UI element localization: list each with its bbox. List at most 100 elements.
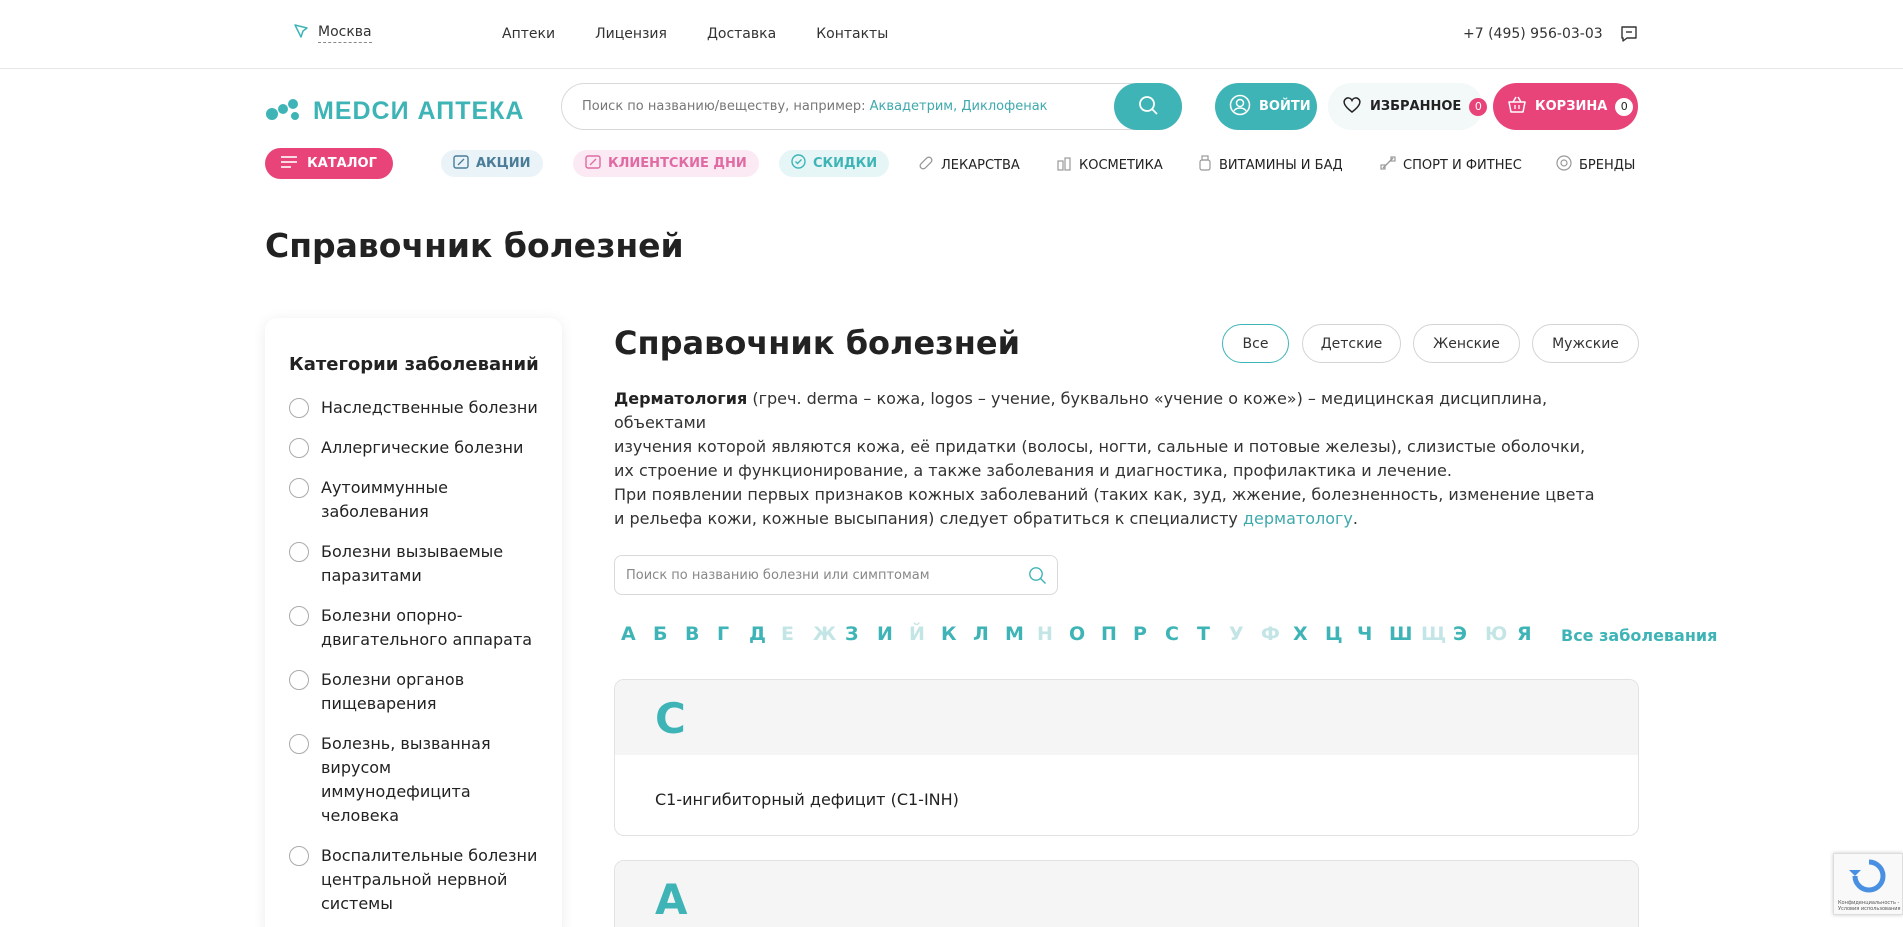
category-item[interactable]: Наследственные болезни <box>289 396 539 420</box>
category-item[interactable]: Болезни органов пищеварения <box>289 668 539 716</box>
category-item[interactable]: Болезни вызываемые паразитами <box>289 540 539 588</box>
radio-button[interactable] <box>289 846 309 866</box>
nav-delivery[interactable]: Доставка <box>707 26 776 42</box>
radio-button[interactable] <box>289 478 309 498</box>
letter-group-card: C C1-ингибиторный дефицит (C1-INH) <box>614 679 1639 836</box>
filter-children[interactable]: Детские <box>1302 324 1401 363</box>
brand-icon <box>1556 155 1572 175</box>
description-paragraph-1: Дерматология (греч. derma – кожа, logos … <box>614 387 1614 483</box>
alphabet-letter[interactable]: З <box>845 623 859 645</box>
location-pin-icon <box>292 22 310 44</box>
alphabet-letter[interactable]: И <box>877 623 893 645</box>
desc-text: . <box>1352 509 1358 528</box>
logo-text: МЕDСИ АПТЕКА <box>313 96 525 125</box>
letter-group-header: А <box>615 861 1638 927</box>
catalog-label: КАТАЛОГ <box>307 156 377 171</box>
percent-tag-icon <box>453 154 469 173</box>
alphabet-letter[interactable]: Ш <box>1389 623 1412 645</box>
menu-icon <box>281 155 298 172</box>
alphabet-letter[interactable]: Э <box>1453 623 1467 645</box>
alphabet-letter[interactable]: Д <box>749 623 766 645</box>
radio-button[interactable] <box>289 438 309 458</box>
brendy-label: БРЕНДЫ <box>1579 157 1636 173</box>
favorites-button[interactable]: ИЗБРАННОЕ 0 <box>1328 83 1488 130</box>
nav-license[interactable]: Лицензия <box>595 26 667 42</box>
desc-text: При появлении первых признаков кожных за… <box>614 485 1595 504</box>
lekarstva-label: ЛЕКАРСТВА <box>941 157 1020 173</box>
radio-button[interactable] <box>289 398 309 418</box>
category-item[interactable]: Болезни опорно-двигательного аппарата <box>289 604 539 652</box>
category-brendy[interactable]: БРЕНДЫ <box>1556 155 1635 175</box>
search-examples[interactable]: Аквадетрим, Диклофенак <box>870 99 1048 114</box>
chat-icon[interactable] <box>1619 24 1639 48</box>
recaptcha-text: Конфиденциальность - Условия использован… <box>1838 900 1901 912</box>
category-item[interactable]: Аллергические болезни <box>289 436 539 460</box>
promo-skidki[interactable]: СКИДКИ <box>779 150 890 177</box>
catalog-button[interactable]: КАТАЛОГ <box>265 148 393 179</box>
all-diseases-link[interactable]: Все заболевания <box>1561 626 1717 645</box>
alphabet-letter: Н <box>1037 623 1053 645</box>
kosmetika-label: КОСМЕТИКА <box>1079 157 1163 173</box>
category-lekarstva[interactable]: ЛЕКАРСТВА <box>918 155 1020 175</box>
category-label: Болезни вызываемые паразитами <box>321 542 504 585</box>
category-sport[interactable]: СПОРТ И ФИТНЕС <box>1380 155 1522 175</box>
alphabet-letter[interactable]: М <box>1005 623 1024 645</box>
cart-button[interactable]: КОРЗИНА 0 <box>1493 83 1638 130</box>
desc-text: изучения которой являются кожа, её прида… <box>614 437 1586 456</box>
category-item[interactable]: Болезнь, вызванная вирусом иммунодефицит… <box>289 732 539 828</box>
promo-client-days[interactable]: КЛИЕНТСКИЕ ДНИ <box>573 150 759 177</box>
alphabet-letter[interactable]: Г <box>717 623 729 645</box>
category-label: Болезни органов пищеварения <box>321 670 465 713</box>
alphabet-letter[interactable]: Р <box>1133 623 1147 645</box>
city-selector[interactable]: Москва <box>292 22 372 44</box>
bottle-icon <box>1198 155 1212 175</box>
alphabet-letter[interactable]: П <box>1101 623 1117 645</box>
logo[interactable]: МЕDСИ АПТЕКА <box>265 96 524 126</box>
search-icon[interactable] <box>1028 566 1047 589</box>
client-days-label: КЛИЕНТСКИЕ ДНИ <box>608 156 747 171</box>
nav-apteki[interactable]: Аптеки <box>502 26 555 42</box>
login-label: ВОЙТИ <box>1259 99 1311 114</box>
alphabet-letter[interactable]: Я <box>1517 623 1532 645</box>
login-button[interactable]: ВОЙТИ <box>1215 83 1317 130</box>
alphabet-letter[interactable]: Х <box>1293 623 1308 645</box>
category-vitaminy[interactable]: ВИТАМИНЫ И БАД <box>1198 155 1343 175</box>
radio-button[interactable] <box>289 542 309 562</box>
radio-button[interactable] <box>289 734 309 754</box>
alphabet-letter: Й <box>909 623 925 645</box>
categories-sidebar: Категории заболеваний Наследственные бол… <box>265 318 562 927</box>
phone-link[interactable]: +7 (495) 956-03-03 <box>1463 26 1603 42</box>
filter-women[interactable]: Женские <box>1413 324 1520 363</box>
alphabet-letter[interactable]: О <box>1069 623 1085 645</box>
alphabet-letter: Щ <box>1421 623 1447 645</box>
page-title: Справочник болезней <box>265 226 684 265</box>
alphabet-letter[interactable]: Б <box>653 623 667 645</box>
desc-text: их строение и функционирование, а также … <box>614 461 1452 480</box>
radio-button[interactable] <box>289 670 309 690</box>
alphabet-letter[interactable]: А <box>621 623 636 645</box>
alphabet-letter: Ф <box>1261 623 1280 645</box>
heart-icon <box>1342 96 1362 118</box>
disease-search-input[interactable]: Поиск по названию болезни или симптомам <box>614 555 1058 595</box>
radio-button[interactable] <box>289 606 309 626</box>
top-bar: Москва Аптеки Лицензия Доставка Контакты… <box>0 0 1903 69</box>
category-item[interactable]: Воспалительные болезни центральной нервн… <box>289 844 539 916</box>
recaptcha-badge[interactable]: Конфиденциальность - Условия использован… <box>1833 853 1903 915</box>
alphabet-letter[interactable]: Ч <box>1357 623 1372 645</box>
alphabet-letter[interactable]: Ц <box>1325 623 1343 645</box>
alphabet-letter[interactable]: К <box>941 623 957 645</box>
alphabet-letter[interactable]: Т <box>1197 623 1210 645</box>
promo-akcii[interactable]: АКЦИИ <box>441 150 543 177</box>
nav-contacts[interactable]: Контакты <box>816 26 888 42</box>
product-search-field[interactable]: Поиск по названию/веществу, например: Ак… <box>561 83 1182 130</box>
category-kosmetika[interactable]: КОСМЕТИКА <box>1056 155 1163 175</box>
disease-link[interactable]: C1-ингибиторный дефицит (C1-INH) <box>655 790 959 809</box>
search-button[interactable] <box>1114 83 1182 130</box>
dermatologist-link[interactable]: дерматологу <box>1243 509 1353 528</box>
alphabet-letter[interactable]: Л <box>973 623 989 645</box>
category-item[interactable]: Аутоиммунные заболевания <box>289 476 539 524</box>
filter-men[interactable]: Мужские <box>1532 324 1639 363</box>
alphabet-letter[interactable]: В <box>685 623 699 645</box>
filter-all[interactable]: Все <box>1222 324 1289 363</box>
alphabet-letter[interactable]: С <box>1165 623 1179 645</box>
